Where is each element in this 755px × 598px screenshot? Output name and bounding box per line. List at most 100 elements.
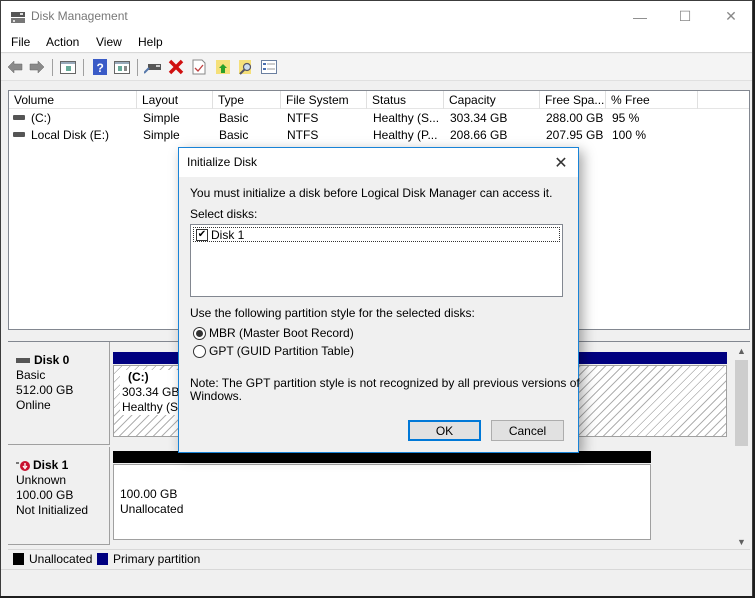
- free-space-cell: 288.00 GB: [546, 111, 604, 125]
- explore-icon: [239, 60, 252, 75]
- window-title: Disk Management: [31, 9, 128, 23]
- mbr-radio[interactable]: [193, 326, 206, 340]
- close-icon: ✕: [554, 154, 568, 172]
- legend: Unallocated Primary partition: [8, 549, 750, 568]
- disk-1-label[interactable]: Disk 1 Unknown 100.00 GB Not Initialized: [8, 447, 110, 545]
- volume-icon: [13, 115, 25, 121]
- properties-icon: [192, 59, 206, 75]
- dialog-close-button[interactable]: ✕: [544, 148, 578, 177]
- percent-free-cell: 95 %: [612, 111, 640, 125]
- status-cell: Healthy (P...: [373, 128, 438, 142]
- legend-primary-partition: Primary partition: [113, 552, 201, 566]
- maximize-button[interactable]: ☐: [662, 1, 708, 32]
- toolbar: ?: [1, 54, 752, 81]
- scroll-thumb[interactable]: [735, 360, 748, 446]
- menu-file[interactable]: File: [11, 35, 30, 49]
- column-header-layout[interactable]: Layout: [137, 91, 213, 109]
- properties-button[interactable]: [190, 58, 208, 76]
- disk-1-size: 100.00 GB: [16, 488, 74, 502]
- delete-button[interactable]: [167, 58, 185, 76]
- unallocated-size: 100.00 GB: [120, 487, 178, 501]
- disk-name-text: Disk 1: [33, 458, 69, 472]
- back-button[interactable]: [6, 58, 24, 76]
- toolbar-separator: [137, 59, 138, 76]
- select-disks-label: Select disks:: [190, 207, 258, 221]
- toolbar-separator: [83, 59, 84, 76]
- minimize-button[interactable]: —: [617, 1, 663, 32]
- help-button[interactable]: ?: [91, 58, 109, 76]
- layout-cell: Simple: [143, 111, 180, 125]
- connect-virtual-disk-icon: [144, 64, 161, 74]
- volume-icon: [13, 132, 25, 138]
- volume-name: (C:): [31, 111, 51, 125]
- forward-icon: [29, 60, 45, 74]
- disk-name-text: Disk 0: [34, 353, 70, 367]
- connect-virtual-disk-button[interactable]: [144, 58, 162, 76]
- capacity-cell: 208.66 GB: [450, 128, 508, 142]
- file-system-cell: NTFS: [287, 111, 319, 125]
- volume-list-header: Volume Layout Type File System Status Ca…: [9, 91, 749, 109]
- show-hide-console-tree-button[interactable]: [59, 58, 77, 76]
- close-button[interactable]: ✕: [708, 1, 754, 32]
- table-row[interactable]: Local Disk (E:) Simple Basic NTFS Health…: [9, 127, 749, 144]
- cancel-button[interactable]: Cancel: [491, 420, 564, 441]
- open-icon: [216, 60, 230, 74]
- percent-free-cell: 100 %: [612, 128, 647, 142]
- open-button[interactable]: [214, 58, 232, 76]
- minimize-icon: —: [633, 8, 647, 25]
- menu-bar: File Action View Help: [1, 32, 752, 53]
- column-header-file-system[interactable]: File System: [281, 91, 367, 109]
- maximize-icon: ☐: [678, 8, 692, 24]
- disk-1-state: Not Initialized: [16, 503, 89, 517]
- type-cell: Basic: [219, 111, 249, 125]
- explore-button[interactable]: [237, 58, 255, 76]
- disk-1-checkbox[interactable]: ✔: [196, 228, 208, 241]
- title-bar: Disk Management — ☐ ✕: [1, 1, 752, 32]
- menu-help[interactable]: Help: [138, 35, 163, 49]
- scroll-up-icon[interactable]: ▲: [733, 342, 750, 359]
- column-header-volume[interactable]: Volume: [9, 91, 137, 109]
- gpt-radio[interactable]: [193, 344, 206, 358]
- disk-0-name: Disk 0: [16, 353, 109, 368]
- disk-not-initialized-icon: [16, 460, 30, 471]
- show-hide-action-pane-button[interactable]: [113, 58, 131, 76]
- help-icon: ?: [93, 59, 107, 75]
- disk-0-state: Online: [16, 398, 51, 412]
- radio-selected-dot: [196, 329, 203, 337]
- gpt-label: GPT (GUID Partition Table): [209, 344, 354, 358]
- column-header-free-space[interactable]: Free Spa...: [540, 91, 606, 109]
- gpt-option[interactable]: GPT (GUID Partition Table): [193, 344, 354, 358]
- gpt-note-line1: Note: The GPT partition style is not rec…: [190, 376, 580, 390]
- file-system-cell: NTFS: [287, 128, 319, 142]
- column-header-percent-free[interactable]: % Free: [606, 91, 698, 109]
- dialog-title-bar: Initialize Disk ✕: [179, 148, 578, 177]
- disk-management-app-icon: [11, 12, 25, 23]
- disk-pane-scrollbar[interactable]: ▲ ▼: [733, 342, 750, 550]
- disk-0-size: 512.00 GB: [16, 383, 74, 397]
- column-header-capacity[interactable]: Capacity: [444, 91, 540, 109]
- primary-partition-swatch: [97, 553, 108, 565]
- table-row[interactable]: (C:) Simple Basic NTFS Healthy (S... 303…: [9, 110, 749, 127]
- disk-1-type: Unknown: [16, 473, 67, 487]
- ok-button[interactable]: OK: [408, 420, 481, 441]
- volume-cell: (C:): [13, 110, 51, 127]
- disk-0-label[interactable]: Disk 0 Basic 512.00 GB Online: [8, 342, 110, 445]
- mbr-option[interactable]: MBR (Master Boot Record): [193, 326, 354, 340]
- menu-view[interactable]: View: [96, 35, 122, 49]
- partition-style-label: Use the following partition style for th…: [190, 306, 475, 320]
- dialog-title: Initialize Disk: [187, 155, 258, 169]
- unallocated-space[interactable]: 100.00 GB Unallocated: [113, 464, 651, 540]
- disk-select-list[interactable]: ✔ Disk 1: [190, 224, 563, 297]
- disk-list-item[interactable]: ✔ Disk 1: [193, 227, 560, 242]
- status-cell: Healthy (S...: [373, 111, 440, 125]
- layout-cell: Simple: [143, 128, 180, 142]
- delete-icon: [168, 59, 184, 75]
- settings-icon: [261, 60, 277, 74]
- settings-button[interactable]: [260, 58, 278, 76]
- scroll-down-icon[interactable]: ▼: [733, 533, 750, 550]
- column-header-type[interactable]: Type: [213, 91, 281, 109]
- forward-button[interactable]: [28, 58, 46, 76]
- menu-action[interactable]: Action: [46, 35, 79, 49]
- column-header-status[interactable]: Status: [367, 91, 444, 109]
- disk-management-window: Disk Management — ☐ ✕ File Action View H…: [0, 0, 753, 596]
